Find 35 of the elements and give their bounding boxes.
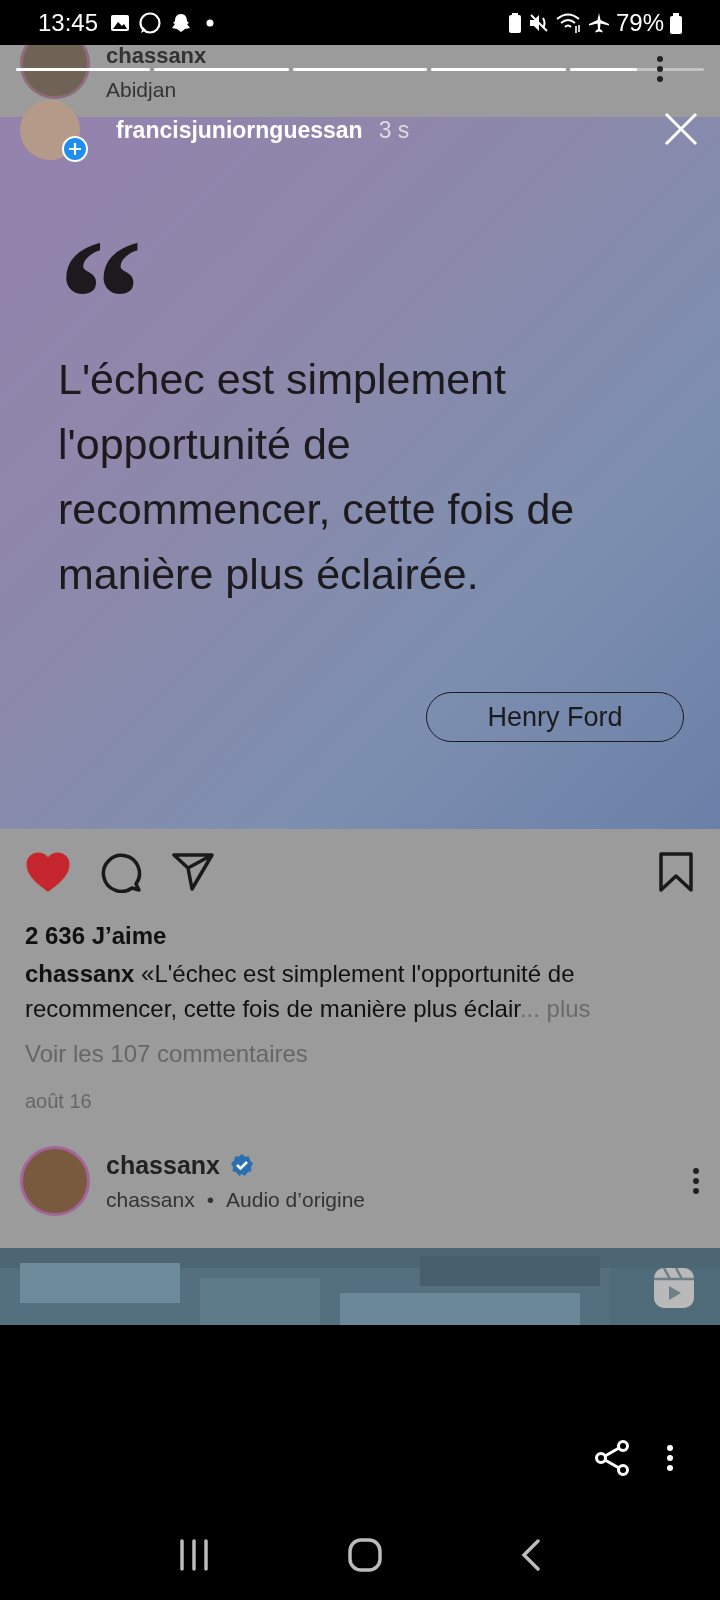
battery-saver-icon	[507, 11, 522, 34]
recent-apps-icon[interactable]	[179, 1539, 210, 1571]
quote-mark: “	[58, 226, 143, 297]
location[interactable]: Abidjan	[106, 74, 207, 106]
separator-dot: •	[206, 1187, 215, 1213]
story-username[interactable]: francisjuniornguessan	[116, 112, 363, 148]
dot-icon	[206, 18, 215, 27]
ghost-icon	[170, 11, 193, 34]
attribution-tag: Henry Ford	[426, 691, 684, 742]
author-name[interactable]: chassanx	[106, 45, 207, 66]
more-options-icon[interactable]	[656, 55, 664, 83]
wifi-icon	[555, 11, 582, 34]
story-age: 3 s	[378, 115, 410, 145]
back-icon[interactable]	[520, 1539, 541, 1571]
image-icon	[110, 12, 131, 33]
bookmark-icon[interactable]	[658, 852, 694, 893]
more-options-icon[interactable]	[692, 1167, 700, 1195]
close-icon[interactable]	[664, 112, 698, 146]
chat-icon	[138, 10, 163, 35]
audio-owner[interactable]: chassanx	[106, 1184, 195, 1216]
share-icon[interactable]	[594, 1440, 630, 1476]
avatar[interactable]	[20, 45, 90, 99]
author-name[interactable]: chassanx	[106, 1146, 220, 1184]
battery-percentage: 79%	[615, 7, 664, 38]
battery-icon	[670, 11, 682, 34]
mute-icon	[527, 11, 550, 34]
home-icon[interactable]	[348, 1538, 382, 1572]
comment-icon[interactable]	[100, 851, 142, 894]
send-icon[interactable]	[172, 852, 214, 893]
reels-icon[interactable]	[652, 1266, 696, 1311]
more-options-icon[interactable]	[666, 1444, 674, 1472]
clock: 13:45	[38, 7, 99, 38]
audio-label[interactable]: Audio d’origine	[226, 1184, 365, 1216]
quote-text: L'échec est simplement l'opportunité de recommencer, cette fois de manière plus éclairée.	[58, 353, 576, 600]
like-count[interactable]: 2 636 J’aime	[25, 917, 695, 954]
